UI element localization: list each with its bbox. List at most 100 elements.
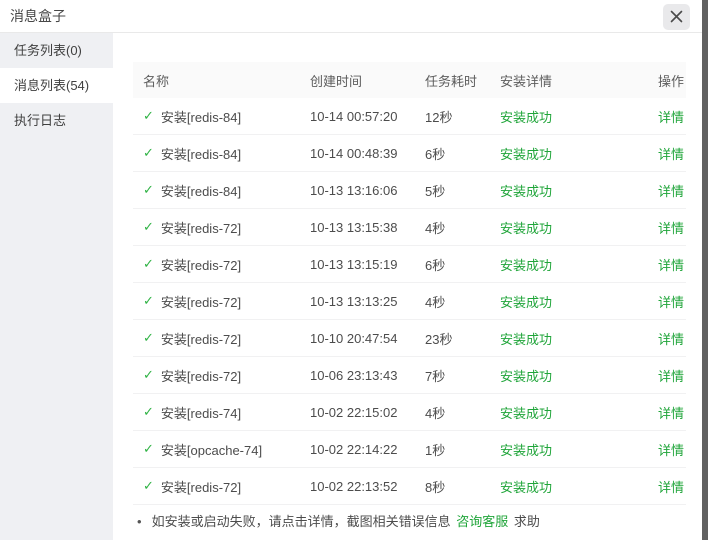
table-row: ✓ 安装[redis-84] 10-13 13:16:06 5秒 安装成功 详情 [133, 172, 686, 209]
task-name: 安装[redis-84] [160, 146, 242, 162]
task-name: 安装[redis-84] [160, 183, 242, 199]
message-box-dialog: 消息盒子 任务列表(0) 消息列表(54) 执行日志 名称 创建时间 任务耗时 … [0, 0, 708, 540]
created-time: 10-13 13:13:25 [310, 293, 398, 309]
created-time: 10-02 22:13:52 [310, 478, 398, 494]
task-name: 安装[redis-72] [160, 368, 242, 384]
main-content: 名称 创建时间 任务耗时 安装详情 操作 ✓ 安装[redis-84] 10-1… [113, 33, 702, 540]
success-check-icon: ✓ [143, 478, 154, 493]
sidebar-item-task-list[interactable]: 任务列表(0) [0, 33, 113, 68]
task-name: 安装[redis-72] [160, 331, 242, 347]
sidebar: 任务列表(0) 消息列表(54) 执行日志 [0, 33, 113, 540]
task-name: 安装[redis-72] [160, 257, 242, 273]
dialog-title: 消息盒子 [10, 8, 66, 24]
success-check-icon: ✓ [143, 441, 154, 456]
details-link[interactable]: 详情 [658, 406, 684, 421]
details-link[interactable]: 详情 [658, 369, 684, 384]
table-row: ✓ 安装[redis-84] 10-14 00:48:39 6秒 安装成功 详情 [133, 135, 686, 172]
col-header-duration: 任务耗时 [425, 73, 478, 89]
created-time: 10-14 00:57:20 [310, 108, 398, 124]
table-row: ✓ 安装[redis-72] 10-13 13:15:38 4秒 安装成功 详情 [133, 209, 686, 246]
install-status: 安装成功 [500, 479, 553, 495]
table-header: 名称 创建时间 任务耗时 安装详情 操作 [133, 62, 686, 98]
table-row: ✓ 安装[redis-72] 10-02 22:13:52 8秒 安装成功 详情 [133, 468, 686, 505]
task-name: 安装[redis-72] [160, 220, 242, 236]
table-body: ✓ 安装[redis-84] 10-14 00:57:20 12秒 安装成功 详… [133, 98, 686, 505]
task-duration: 6秒 [425, 146, 446, 162]
task-duration: 5秒 [425, 183, 446, 199]
page-edge-strip [702, 0, 708, 540]
success-check-icon: ✓ [143, 108, 154, 123]
success-check-icon: ✓ [143, 256, 154, 271]
success-check-icon: ✓ [143, 330, 154, 345]
dialog-titlebar: 消息盒子 [0, 0, 702, 33]
task-duration: 4秒 [425, 294, 446, 310]
details-link[interactable]: 详情 [658, 110, 684, 125]
success-check-icon: ✓ [143, 182, 154, 197]
success-check-icon: ✓ [143, 293, 154, 308]
success-check-icon: ✓ [143, 367, 154, 382]
task-name: 安装[opcache-74] [160, 442, 263, 458]
created-time: 10-10 20:47:54 [310, 330, 398, 346]
created-time: 10-13 13:15:38 [310, 219, 398, 235]
dialog-body: 任务列表(0) 消息列表(54) 执行日志 名称 创建时间 任务耗时 安装详情 … [0, 33, 702, 540]
contact-support-link[interactable]: 咨询客服 [456, 514, 508, 529]
task-name: 安装[redis-84] [160, 109, 242, 125]
install-status: 安装成功 [500, 146, 553, 162]
table-row: ✓ 安装[redis-84] 10-14 00:57:20 12秒 安装成功 详… [133, 98, 686, 135]
col-header-created: 创建时间 [310, 73, 363, 89]
install-status: 安装成功 [500, 183, 553, 199]
success-check-icon: ✓ [143, 404, 154, 419]
bullet-icon: • [137, 514, 142, 529]
install-status: 安装成功 [500, 220, 553, 236]
success-check-icon: ✓ [143, 219, 154, 234]
task-duration: 23秒 [425, 331, 453, 347]
footer-note: • 如安装或启动失败，请点击详情，截图相关错误信息 咨询客服 求助 [133, 513, 686, 531]
task-name: 安装[redis-72] [160, 479, 242, 495]
details-link[interactable]: 详情 [658, 332, 684, 347]
task-duration: 6秒 [425, 257, 446, 273]
col-header-action: 操作 [657, 73, 684, 89]
task-duration: 7秒 [425, 368, 446, 384]
table-row: ✓ 安装[opcache-74] 10-02 22:14:22 1秒 安装成功 … [133, 431, 686, 468]
table-row: ✓ 安装[redis-72] 10-10 20:47:54 23秒 安装成功 详… [133, 320, 686, 357]
details-link[interactable]: 详情 [658, 184, 684, 199]
created-time: 10-06 23:13:43 [310, 367, 398, 383]
table-row: ✓ 安装[redis-74] 10-02 22:15:02 4秒 安装成功 详情 [133, 394, 686, 431]
created-time: 10-14 00:48:39 [310, 145, 398, 161]
close-icon [670, 10, 683, 23]
install-status: 安装成功 [500, 442, 553, 458]
close-button[interactable] [663, 3, 690, 30]
sidebar-item-exec-log[interactable]: 执行日志 [0, 103, 113, 138]
created-time: 10-13 13:15:19 [310, 256, 398, 272]
install-status: 安装成功 [500, 294, 553, 310]
dialog-window: 消息盒子 任务列表(0) 消息列表(54) 执行日志 名称 创建时间 任务耗时 … [0, 0, 702, 540]
created-time: 10-13 13:16:06 [310, 182, 398, 198]
col-header-name: 名称 [143, 73, 170, 89]
details-link[interactable]: 详情 [658, 295, 684, 310]
task-name: 安装[redis-74] [160, 405, 242, 421]
task-duration: 4秒 [425, 405, 446, 421]
sidebar-item-message-list[interactable]: 消息列表(54) [0, 68, 113, 103]
details-link[interactable]: 详情 [658, 258, 684, 273]
table-row: ✓ 安装[redis-72] 10-13 13:15:19 6秒 安装成功 详情 [133, 246, 686, 283]
table-row: ✓ 安装[redis-72] 10-06 23:13:43 7秒 安装成功 详情 [133, 357, 686, 394]
details-link[interactable]: 详情 [658, 221, 684, 236]
details-link[interactable]: 详情 [658, 147, 684, 162]
task-name: 安装[redis-72] [160, 294, 242, 310]
details-link[interactable]: 详情 [658, 480, 684, 495]
install-status: 安装成功 [500, 331, 553, 347]
task-duration: 12秒 [425, 109, 453, 125]
col-header-status: 安装详情 [500, 73, 553, 89]
success-check-icon: ✓ [143, 145, 154, 160]
table-row: ✓ 安装[redis-72] 10-13 13:13:25 4秒 安装成功 详情 [133, 283, 686, 320]
created-time: 10-02 22:15:02 [310, 404, 398, 420]
details-link[interactable]: 详情 [658, 443, 684, 458]
install-status: 安装成功 [500, 109, 553, 125]
task-duration: 1秒 [425, 442, 446, 458]
task-duration: 8秒 [425, 479, 446, 495]
task-duration: 4秒 [425, 220, 446, 236]
footer-suffix: 求助 [513, 514, 540, 529]
install-status: 安装成功 [500, 368, 553, 384]
created-time: 10-02 22:14:22 [310, 441, 398, 457]
install-status: 安装成功 [500, 405, 553, 421]
